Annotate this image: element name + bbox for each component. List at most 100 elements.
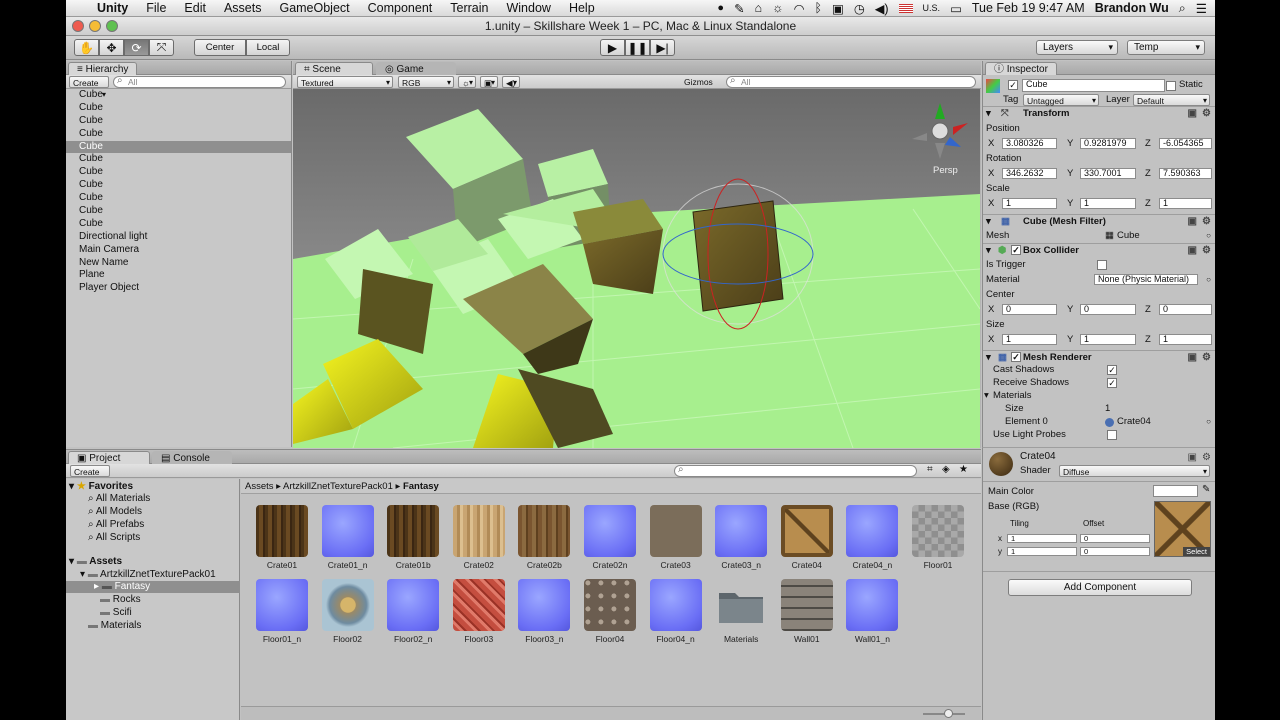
menu-terrain[interactable]: Terrain — [441, 1, 497, 15]
favorite-all-scripts[interactable]: ⌕ All Scripts — [88, 532, 140, 544]
shader-dropdown[interactable]: Diffuse — [1059, 465, 1210, 478]
minimize-window-icon[interactable] — [89, 20, 101, 32]
hierarchy-item[interactable]: Cube — [66, 102, 291, 115]
user-name[interactable]: Brandon Wu — [1095, 1, 1169, 15]
hierarchy-item[interactable]: Cube — [66, 89, 291, 102]
menu-gameobject[interactable]: GameObject — [270, 1, 358, 15]
tree-scifi-folder[interactable]: ▬ Scifi — [100, 607, 132, 619]
hierarchy-item[interactable]: Player Object — [66, 282, 291, 295]
asset-item[interactable]: Materials — [708, 579, 774, 644]
gear-icon[interactable]: ⚙ — [1202, 215, 1211, 229]
menu-file[interactable]: File — [137, 1, 175, 15]
menu-component[interactable]: Component — [359, 1, 442, 15]
brightness-icon[interactable]: ☼ — [772, 1, 783, 15]
tab-inspector[interactable]: ⓘ Inspector — [985, 62, 1057, 75]
transform-header[interactable]: ▾ ⤧ Transform ▣ ⚙ — [983, 106, 1215, 121]
assets-root[interactable]: ▾ ▬ Assets — [69, 556, 122, 568]
close-window-icon[interactable] — [72, 20, 84, 32]
materials-row[interactable]: ▾ Materials — [983, 389, 1215, 403]
tab-scene[interactable]: ⌗ Scene — [295, 62, 373, 75]
asset-item[interactable]: Crate02 — [446, 505, 512, 570]
tiling-y-field[interactable]: 1 — [1007, 547, 1077, 556]
help-icon[interactable]: ▣ — [1188, 107, 1197, 121]
mesh-filter-header[interactable]: ▾ ▦ Cube (Mesh Filter) ▣ ⚙ — [983, 214, 1215, 229]
offset-x-field[interactable]: 0 — [1080, 534, 1150, 543]
gizmos-dropdown[interactable]: Gizmos — [681, 76, 721, 100]
battery-icon[interactable]: ▭ — [950, 1, 962, 16]
hierarchy-item[interactable]: Main Camera — [66, 244, 291, 257]
asset-item[interactable]: Crate04_n — [839, 505, 905, 570]
rotation-y-field[interactable]: 330.7001 — [1080, 168, 1136, 179]
menu-assets[interactable]: Assets — [215, 1, 271, 15]
expand-arrow-icon[interactable]: ▾ — [69, 556, 74, 567]
is-trigger-checkbox[interactable] — [1097, 260, 1107, 270]
tag-dropdown[interactable]: Untagged — [1023, 94, 1099, 107]
tree-rocks-folder[interactable]: ▬ Rocks — [100, 594, 141, 606]
tab-hierarchy[interactable]: ≡ Hierarchy — [68, 62, 138, 75]
help-icon[interactable]: ▣ — [1188, 452, 1197, 463]
asset-item[interactable]: Floor04_n — [643, 579, 709, 644]
hierarchy-create-dropdown[interactable]: Create — [69, 76, 109, 101]
project-search-input[interactable] — [674, 465, 917, 477]
time-machine-icon[interactable]: ◷ — [854, 1, 865, 16]
asset-item[interactable]: Crate01b — [380, 505, 446, 570]
pause-icon[interactable]: ❚❚ — [625, 39, 650, 56]
favorite-all-models[interactable]: ⌕ All Models — [88, 506, 142, 518]
help-icon[interactable]: ▣ — [1188, 215, 1197, 229]
tree-fantasy-folder[interactable]: ▸ ▬ Fantasy — [66, 581, 240, 593]
size-z-field[interactable]: 1 — [1159, 334, 1212, 345]
expand-arrow-icon[interactable]: ▸ — [94, 581, 99, 592]
asset-item[interactable]: Floor02_n — [380, 579, 446, 644]
asset-item[interactable]: Crate01_n — [315, 505, 381, 570]
scene-audio-icon[interactable]: ◀) — [502, 76, 520, 89]
asset-item[interactable]: Floor03_n — [511, 579, 577, 644]
asset-item[interactable]: Floor04 — [577, 579, 643, 644]
favorite-all-materials[interactable]: ⌕ All Materials — [88, 493, 150, 505]
pivot-local-button[interactable]: Local — [246, 39, 290, 56]
collapse-arrow-icon[interactable]: ▾ — [986, 215, 991, 229]
hierarchy-item[interactable]: Cube — [66, 179, 291, 192]
scale-tool-icon[interactable]: ⤧ — [149, 39, 174, 56]
hierarchy-item[interactable]: New Name — [66, 257, 291, 270]
rotate-tool-icon[interactable]: ⟳ — [124, 39, 149, 56]
asset-item[interactable]: Wall01_n — [839, 579, 905, 644]
scale-y-field[interactable]: 1 — [1080, 198, 1136, 209]
main-color-swatch[interactable] — [1153, 485, 1198, 497]
asset-item[interactable]: Crate04 — [774, 505, 840, 570]
mesh-renderer-enabled-checkbox[interactable]: ✓ — [1011, 352, 1021, 362]
receive-shadows-checkbox[interactable]: ✓ — [1107, 378, 1117, 388]
object-picker-icon[interactable]: ○ — [1206, 415, 1211, 429]
tree-materials-folder[interactable]: ▬ Materials — [88, 620, 141, 632]
object-picker-icon[interactable]: ○ — [1206, 229, 1211, 243]
tab-game[interactable]: ◎ Game — [376, 62, 456, 75]
object-picker-icon[interactable]: ○ — [1206, 273, 1211, 287]
step-icon[interactable]: ▶| — [650, 39, 675, 56]
scale-x-field[interactable]: 1 — [1002, 198, 1057, 209]
bluetooth-icon[interactable]: ᛒ — [815, 1, 823, 15]
hierarchy-item[interactable]: Cube — [66, 218, 291, 231]
size-x-field[interactable]: 1 — [1002, 334, 1057, 345]
layers-dropdown[interactable]: Layers — [1036, 40, 1118, 55]
tiling-x-field[interactable]: 1 — [1007, 534, 1077, 543]
scene-search-input[interactable]: All — [726, 76, 976, 88]
asset-item[interactable]: Crate03 — [643, 505, 709, 570]
layout-dropdown[interactable]: Temp — [1127, 40, 1205, 55]
eyedropper-icon[interactable]: ✎ — [1202, 484, 1210, 495]
center-z-field[interactable]: 0 — [1159, 304, 1212, 315]
physic-material-field[interactable]: None (Physic Material) — [1094, 274, 1198, 285]
layer-dropdown[interactable]: Default — [1133, 94, 1210, 107]
cast-shadows-checkbox[interactable]: ✓ — [1107, 365, 1117, 375]
hierarchy-item[interactable]: Cube — [66, 166, 291, 179]
list-icon[interactable]: ☰ — [1196, 1, 1207, 16]
asset-item[interactable]: Floor01 — [905, 505, 971, 570]
asset-item[interactable]: Wall01 — [774, 579, 840, 644]
slider-thumb[interactable] — [944, 709, 953, 718]
help-icon[interactable]: ▣ — [1188, 244, 1197, 258]
tab-project[interactable]: ▣ Project — [68, 451, 150, 464]
asset-item[interactable]: Floor02 — [315, 579, 381, 644]
hand-tool-icon[interactable]: ✋ — [74, 39, 99, 56]
persp-label[interactable]: Persp — [933, 165, 958, 176]
asset-item[interactable]: Crate01 — [249, 505, 315, 570]
breadcrumb-pack[interactable]: ArtzkillZnetTexturePack01 — [283, 481, 393, 492]
app-menu[interactable]: Unity — [88, 1, 137, 15]
